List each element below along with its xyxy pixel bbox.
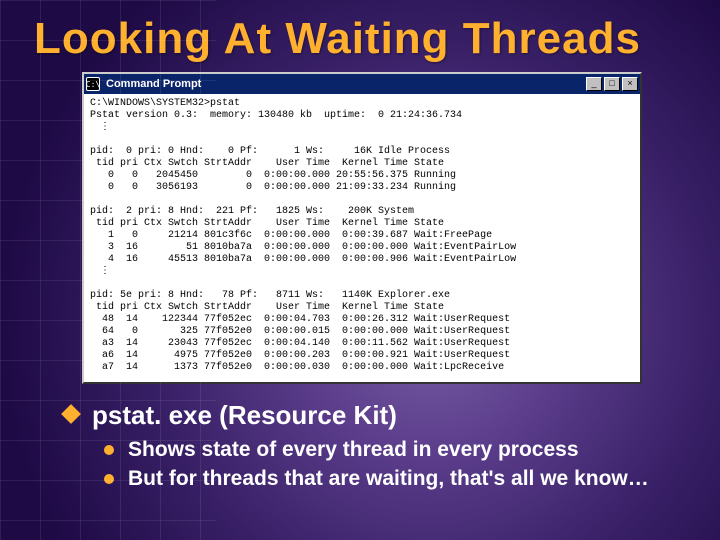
ellipsis-icon: ⋮: [90, 266, 634, 278]
bullet-list: pstat. exe (Resource Kit) Shows state of…: [0, 384, 720, 491]
window-buttons: _ □ ×: [586, 77, 638, 91]
close-button[interactable]: ×: [622, 77, 638, 91]
bullet-text: pstat. exe (Resource Kit): [92, 400, 397, 431]
minimize-button[interactable]: _: [586, 77, 602, 91]
slide-title: Looking At Waiting Threads: [0, 0, 720, 72]
diamond-bullet-icon: [61, 404, 81, 424]
bullet-level2: But for threads that are waiting, that's…: [104, 466, 686, 491]
bullet-text: Shows state of every thread in every pro…: [128, 437, 579, 462]
system-menu-icon[interactable]: C:\: [86, 77, 100, 91]
bullet-level1: pstat. exe (Resource Kit): [64, 400, 686, 431]
ellipsis-icon: ⋮: [90, 122, 634, 134]
disc-bullet-icon: [104, 474, 114, 484]
command-prompt-window: C:\ Command Prompt _ □ × C:\WINDOWS\SYST…: [82, 72, 642, 384]
window-title: Command Prompt: [104, 78, 582, 90]
titlebar: C:\ Command Prompt _ □ ×: [84, 74, 640, 94]
bullet-level2: Shows state of every thread in every pro…: [104, 437, 686, 462]
console-output: C:\WINDOWS\SYSTEM32>pstat Pstat version …: [84, 94, 640, 382]
bullet-text: But for threads that are waiting, that's…: [128, 466, 649, 491]
disc-bullet-icon: [104, 445, 114, 455]
maximize-button[interactable]: □: [604, 77, 620, 91]
